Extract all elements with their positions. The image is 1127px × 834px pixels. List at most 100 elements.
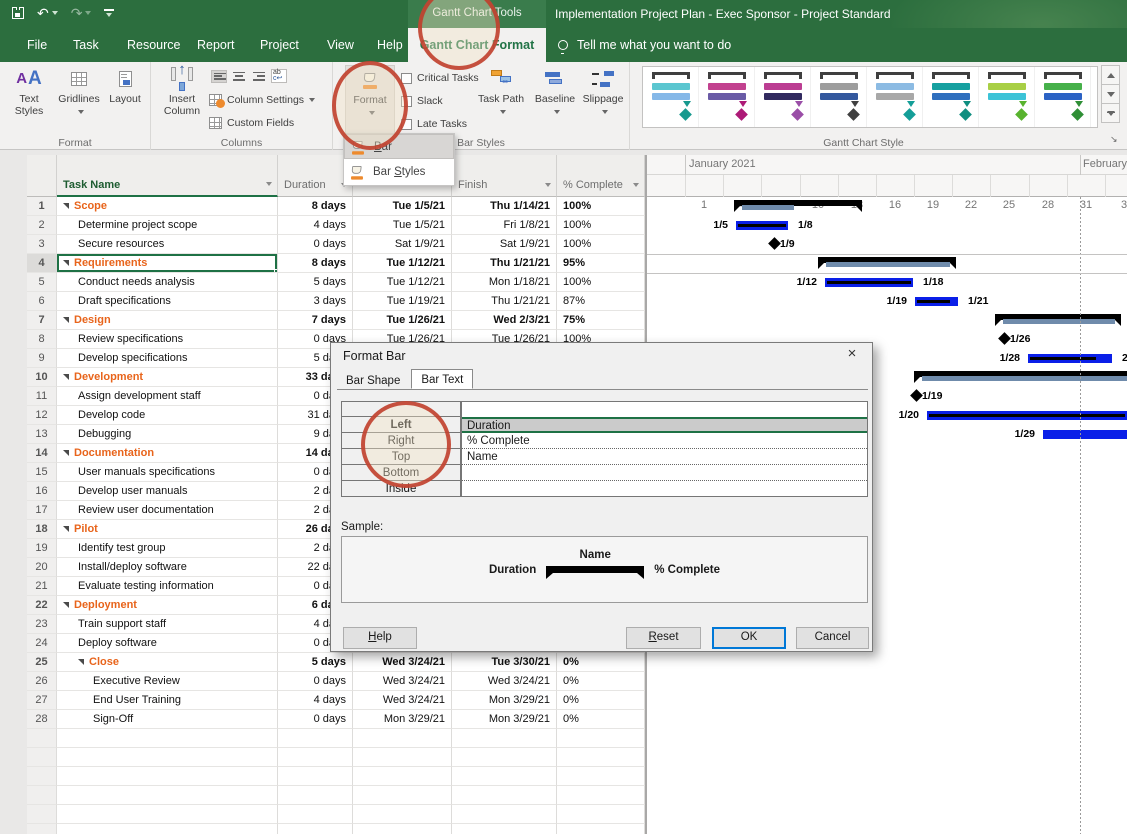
align-right-icon[interactable] [251, 70, 267, 83]
position-label-right[interactable]: Right [341, 433, 461, 449]
cell-start[interactable]: Mon 3/29/21 [353, 710, 452, 729]
cell-id[interactable]: 7 [27, 311, 57, 330]
redo-icon[interactable]: ↷ [71, 3, 92, 23]
cell-id[interactable]: 6 [27, 292, 57, 311]
cell-name[interactable]: Requirements [57, 254, 278, 273]
expand-collapse-icon[interactable] [63, 203, 69, 209]
column-header-id[interactable] [27, 155, 57, 197]
cell-pct[interactable]: 0% [557, 691, 645, 710]
cell-id[interactable]: 15 [27, 463, 57, 482]
cell-start[interactable]: Tue 1/5/21 [353, 216, 452, 235]
cell-dur[interactable]: 8 days [278, 197, 353, 216]
cell-name[interactable]: Close [57, 653, 278, 672]
task-row-26[interactable]: 26Executive Review0 daysWed 3/24/21Wed 3… [27, 672, 645, 691]
cell-finish[interactable]: Mon 1/18/21 [452, 273, 557, 292]
gallery-more-button[interactable] [1101, 103, 1120, 123]
cell-id[interactable]: 8 [27, 330, 57, 349]
cell-id[interactable]: 25 [27, 653, 57, 672]
layout-button[interactable]: Layout [100, 65, 150, 135]
cell-id[interactable]: 4 [27, 254, 57, 273]
cell-name[interactable]: Develop specifications [57, 349, 278, 368]
cell-id[interactable]: 23 [27, 615, 57, 634]
dialog-tab-bar-shape[interactable]: Bar Shape [337, 372, 409, 389]
task-row-1[interactable]: 1Scope8 daysTue 1/5/21Thu 1/14/21100% [27, 197, 645, 216]
cell-start[interactable]: Wed 3/24/21 [353, 653, 452, 672]
expand-collapse-icon[interactable] [63, 374, 69, 380]
cell-name[interactable]: Executive Review [57, 672, 278, 691]
cancel-button[interactable]: Cancel [796, 627, 869, 649]
cell-name[interactable]: Review specifications [57, 330, 278, 349]
cell-dur[interactable]: 5 days [278, 273, 353, 292]
cell-name[interactable]: Install/deploy software [57, 558, 278, 577]
task-bar[interactable] [915, 297, 958, 306]
cell-start[interactable]: Tue 1/12/21 [353, 273, 452, 292]
tell-me-box[interactable]: Tell me what you want to do [558, 28, 731, 62]
filter-arrow-icon[interactable] [266, 182, 272, 186]
cell-id[interactable]: 13 [27, 425, 57, 444]
cell-id[interactable]: 22 [27, 596, 57, 615]
tab-gantt-chart-format[interactable]: Gantt Chart Format [408, 28, 546, 62]
cell-dur[interactable]: 0 days [278, 235, 353, 254]
expand-collapse-icon[interactable] [63, 602, 69, 608]
cell-name[interactable]: Development [57, 368, 278, 387]
cell-name[interactable]: Sign-Off [57, 710, 278, 729]
filter-arrow-icon[interactable] [633, 183, 639, 187]
cell-finish[interactable]: Sat 1/9/21 [452, 235, 557, 254]
cell-finish[interactable]: Mon 3/29/21 [452, 691, 557, 710]
tab-file[interactable]: File [12, 28, 62, 62]
cell-pct[interactable]: 100% [557, 273, 645, 292]
cell-id[interactable]: 2 [27, 216, 57, 235]
task-row-28[interactable]: 28Sign-Off0 daysMon 3/29/21Mon 3/29/210% [27, 710, 645, 729]
cell-finish[interactable]: Thu 1/14/21 [452, 197, 557, 216]
cell-finish[interactable]: Wed 3/24/21 [452, 672, 557, 691]
task-row-27[interactable]: 27End User Training4 daysWed 3/24/21Mon … [27, 691, 645, 710]
task-path-button[interactable]: ∞ Task Path [476, 65, 526, 135]
column-header-name[interactable]: Task Name [57, 155, 278, 197]
cell-name[interactable]: Develop user manuals [57, 482, 278, 501]
gantt-style-swatch-1[interactable] [643, 67, 699, 127]
cell-id[interactable]: 10 [27, 368, 57, 387]
cell-id[interactable]: 17 [27, 501, 57, 520]
milestone-diamond[interactable] [768, 237, 781, 250]
cell-name[interactable]: End User Training [57, 691, 278, 710]
cell-name[interactable]: User manuals specifications [57, 463, 278, 482]
field-value-bottom[interactable] [462, 465, 867, 481]
expand-collapse-icon[interactable] [63, 260, 69, 266]
dialog-close-icon[interactable]: × [840, 345, 864, 365]
position-label-inside[interactable]: Inside [341, 481, 461, 497]
cell-dur[interactable]: 0 days [278, 710, 353, 729]
position-label-top[interactable]: Top [341, 449, 461, 465]
dialog-tab-bar-text[interactable]: Bar Text [411, 369, 473, 389]
gantt-style-swatch-5[interactable] [867, 67, 923, 127]
field-value-top[interactable]: Name [462, 449, 867, 465]
position-label-left[interactable]: Left [341, 417, 461, 433]
field-value-left[interactable]: Duration [462, 417, 867, 433]
cell-id[interactable]: 26 [27, 672, 57, 691]
checkbox-late-tasks[interactable]: Late Tasks [401, 118, 467, 130]
gallery-scroll-up-button[interactable] [1101, 65, 1120, 85]
cell-start[interactable]: Tue 1/26/21 [353, 311, 452, 330]
cell-pct[interactable]: 100% [557, 235, 645, 254]
filter-arrow-icon[interactable] [545, 183, 551, 187]
cell-name[interactable]: Assign development staff [57, 387, 278, 406]
milestone-diamond[interactable] [910, 389, 923, 402]
menu-item-bar-styles[interactable]: Bar Styles [344, 159, 454, 184]
cell-start[interactable]: Wed 3/24/21 [353, 691, 452, 710]
cell-name[interactable]: Evaluate testing information [57, 577, 278, 596]
cell-id[interactable]: 27 [27, 691, 57, 710]
align-center-icon[interactable] [231, 70, 247, 83]
cell-name[interactable]: Documentation [57, 444, 278, 463]
tab-view[interactable]: View [312, 28, 369, 62]
field-value-inside[interactable] [462, 481, 867, 497]
field-value-right[interactable]: % Complete [462, 433, 867, 449]
cell-name[interactable]: Determine project scope [57, 216, 278, 235]
gantt-style-swatch-4[interactable] [811, 67, 867, 127]
task-bar[interactable] [736, 221, 788, 230]
cell-name[interactable]: Scope [57, 197, 278, 216]
cell-dur[interactable]: 5 days [278, 653, 353, 672]
cell-pct[interactable]: 0% [557, 672, 645, 691]
cell-start[interactable]: Sat 1/9/21 [353, 235, 452, 254]
cell-dur[interactable]: 8 days [278, 254, 353, 273]
expand-collapse-icon[interactable] [78, 659, 84, 665]
cell-id[interactable]: 12 [27, 406, 57, 425]
